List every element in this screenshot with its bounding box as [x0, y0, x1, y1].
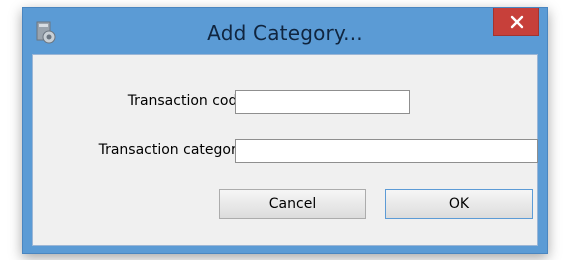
cancel-button[interactable]: Cancel — [219, 189, 366, 219]
transaction-category-input[interactable] — [235, 139, 538, 163]
ok-button[interactable]: OK — [385, 189, 533, 219]
dialog-title: Add Category... — [207, 21, 363, 45]
close-button[interactable] — [493, 8, 539, 36]
transaction-code-label: Transaction code — [127, 93, 246, 109]
transaction-category-label: Transaction category — [98, 142, 245, 158]
dialog-body: Transaction code Transaction category Ca… — [32, 54, 538, 246]
title-bar[interactable]: Add Category... — [23, 8, 547, 54]
add-category-dialog: Add Category... Transaction code Transac… — [22, 7, 548, 254]
transaction-code-input[interactable] — [235, 90, 410, 114]
close-icon — [510, 15, 524, 29]
